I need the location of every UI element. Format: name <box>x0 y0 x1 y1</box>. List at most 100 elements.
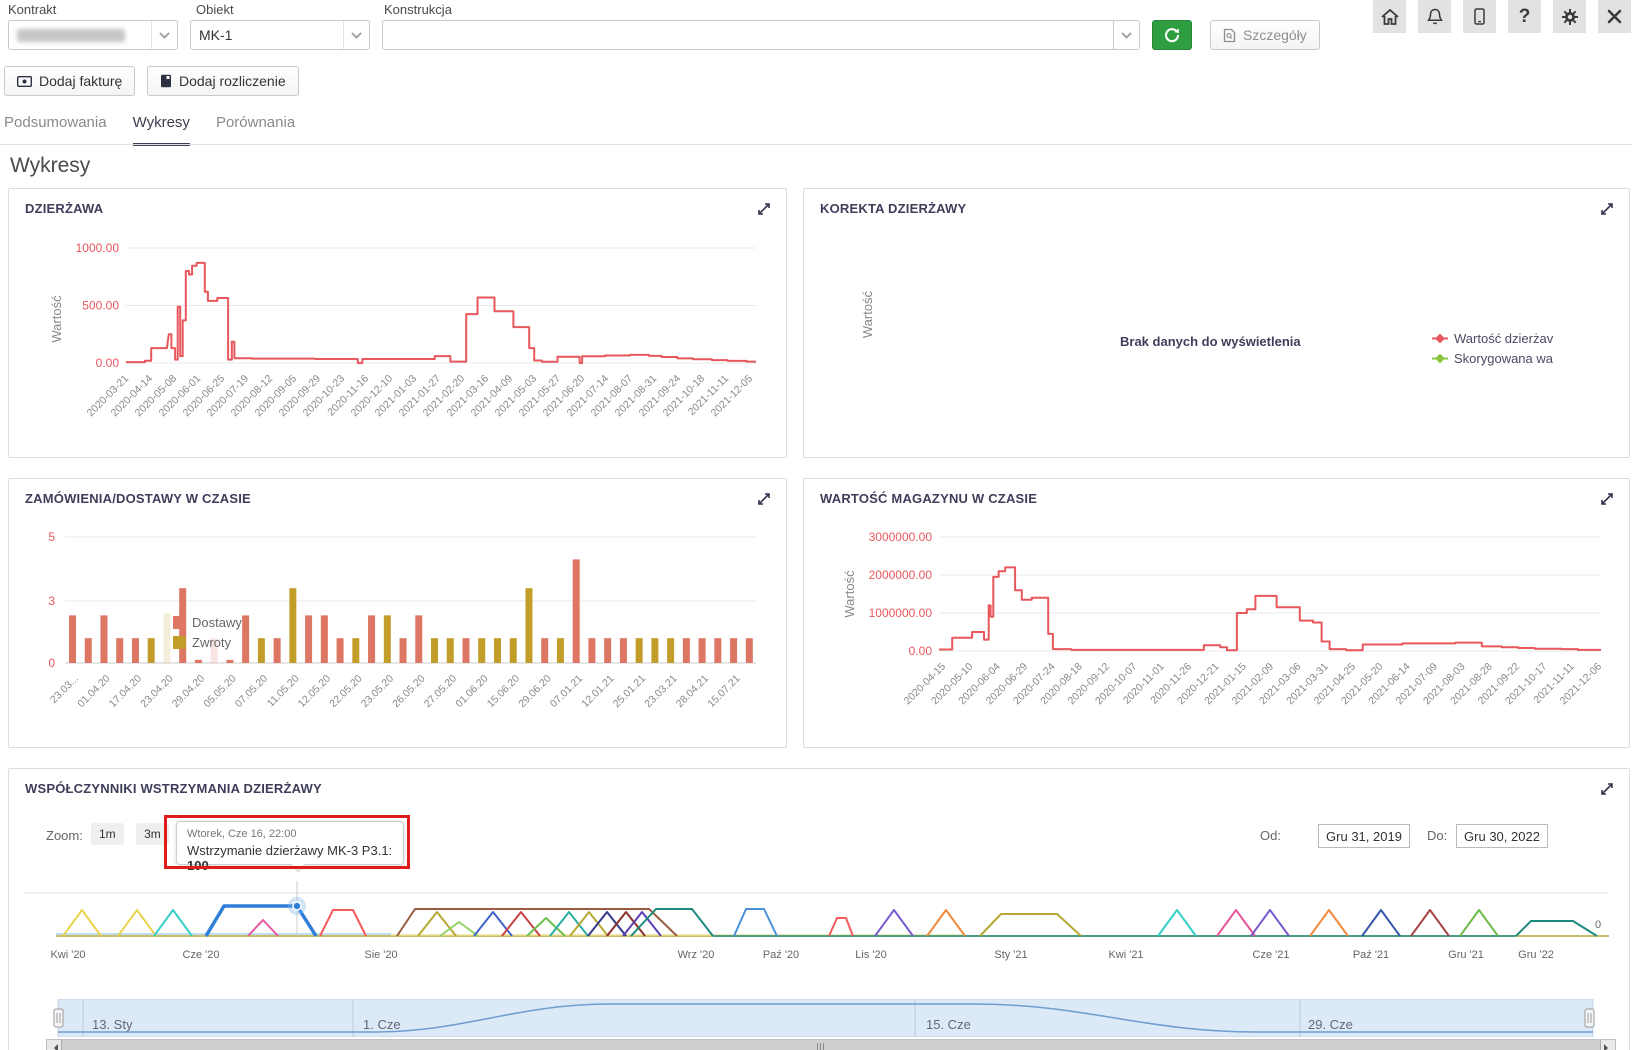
series-pulse <box>1217 910 1255 936</box>
scrollbar-thumb[interactable] <box>61 1040 1601 1050</box>
invoice-icon <box>17 76 32 87</box>
series-pulse <box>980 914 1081 936</box>
bar <box>463 638 470 663</box>
mobile-icon[interactable] <box>1463 0 1496 33</box>
x-axis-month-label: Kwi '20 <box>50 949 85 961</box>
tab-divider <box>0 144 1632 145</box>
bar <box>478 638 485 663</box>
y-axis-label: 0.00 <box>909 644 933 658</box>
details-button[interactable]: Szczegóły <box>1210 20 1320 50</box>
help-icon[interactable]: ? <box>1508 0 1541 33</box>
zoom-3m-button[interactable]: 3m <box>136 823 169 845</box>
settings-icon[interactable] <box>1553 0 1586 33</box>
dzierzawa-chart[interactable]: 1000.00500.000.00Wartość2020-03-212020-0… <box>9 189 786 455</box>
tab-porownania[interactable]: Porównania <box>216 114 295 146</box>
navigator-handle[interactable] <box>54 1009 63 1027</box>
navigator-date-label: 29. Cze <box>1308 1017 1353 1032</box>
series-pulse <box>1158 910 1196 936</box>
x-axis-label: 12.01.21 <box>579 673 616 710</box>
top-icon-bar: ? <box>1373 0 1631 33</box>
x-axis-month-label: Sie '20 <box>364 949 397 961</box>
scroll-right-icon[interactable] <box>1604 1044 1612 1050</box>
x-axis-label: 23.03.21 <box>642 673 679 710</box>
bar <box>683 638 690 663</box>
series-pulse <box>588 912 626 936</box>
home-icon[interactable] <box>1373 0 1406 33</box>
bar <box>274 638 281 663</box>
series-pulse <box>1362 910 1400 936</box>
bar <box>100 615 107 663</box>
bar <box>116 638 123 663</box>
series-pulse <box>154 910 192 936</box>
bar <box>604 638 611 663</box>
series-pulse <box>1310 910 1348 936</box>
legend-label: Skorygowana wa <box>1454 351 1553 366</box>
series-pulse <box>1516 921 1597 936</box>
bar <box>148 638 155 663</box>
od-label: Od: <box>1260 828 1281 843</box>
refresh-icon <box>1163 26 1181 44</box>
series-pulse <box>1251 910 1289 936</box>
y-axis-title: Wartość <box>842 570 857 618</box>
navigator-handle[interactable] <box>1585 1009 1594 1027</box>
legend-item[interactable]: Wartość dzierżav <box>1432 331 1553 346</box>
range-navigator[interactable] <box>25 999 1609 1037</box>
date-from-input[interactable] <box>1318 824 1410 848</box>
tab-podsumowania[interactable]: Podsumowania <box>4 114 107 146</box>
x-axis-label: 07.05.20 <box>233 673 270 710</box>
legend-label: Zwroty <box>192 635 231 650</box>
series-marker-icon <box>1432 334 1448 343</box>
series-pulse <box>320 910 366 936</box>
x-axis-month-label: Sty '21 <box>994 949 1027 961</box>
zoom-1m-button[interactable]: 1m <box>91 823 124 845</box>
kontrakt-select[interactable] <box>8 20 178 50</box>
series-swatch-icon <box>173 636 186 649</box>
x-axis-label: 17.04.20 <box>107 673 144 710</box>
handle-grip-icon <box>54 1009 63 1027</box>
scroll-left-icon[interactable] <box>50 1044 58 1050</box>
y-axis-zero-label: 0 <box>1595 919 1601 931</box>
date-to-input[interactable] <box>1456 824 1548 848</box>
x-axis-label: 01.04.20 <box>75 673 112 710</box>
add-settlement-button[interactable]: Dodaj rozliczenie <box>147 66 299 96</box>
bar <box>337 638 344 663</box>
magazyn-chart[interactable]: 3000000.002000000.001000000.000.00Wartoś… <box>804 479 1629 745</box>
bar <box>384 615 391 663</box>
expand-icon[interactable] <box>1599 201 1615 217</box>
bar <box>132 638 139 663</box>
panel-title: KOREKTA DZIERŻAWY <box>820 201 966 216</box>
bar <box>415 615 422 663</box>
y-axis-title: Wartość <box>860 291 875 338</box>
close-icon[interactable] <box>1598 0 1631 33</box>
expand-icon[interactable] <box>1599 781 1615 797</box>
refresh-button[interactable] <box>1152 20 1192 50</box>
add-invoice-button[interactable]: Dodaj fakturę <box>4 66 135 96</box>
x-axis-label: 28.04.21 <box>674 673 711 710</box>
add-settlement-label: Dodaj rozliczenie <box>179 73 286 89</box>
legend-item[interactable]: Skorygowana wa <box>1432 351 1553 366</box>
y-axis-label: 0 <box>48 656 55 670</box>
bell-icon[interactable] <box>1418 0 1451 33</box>
bar <box>447 638 454 663</box>
x-axis-label: 29.04.20 <box>170 673 207 710</box>
bar <box>636 638 643 663</box>
kontrakt-label: Kontrakt <box>8 2 56 17</box>
x-axis-label: 07.01.21 <box>548 673 585 710</box>
legend-item[interactable]: Dostawy <box>173 615 242 630</box>
bar <box>352 638 359 663</box>
zamowienia-chart[interactable]: 53023.03...01.04.2017.04.2023.04.2029.04… <box>9 479 786 745</box>
horizontal-scrollbar[interactable] <box>46 1039 1616 1050</box>
bar <box>431 638 438 663</box>
navigator-date-label: 13. Sty <box>92 1017 132 1032</box>
obiekt-select[interactable]: MK-1 <box>190 20 370 50</box>
tab-wykresy[interactable]: Wykresy <box>133 114 190 146</box>
holds-timeline-chart[interactable] <box>25 869 1609 945</box>
legend-item[interactable]: Zwroty <box>173 635 231 650</box>
x-axis-month-label: Gru '21 <box>1448 949 1484 961</box>
chevron-down-icon <box>1113 21 1139 49</box>
panel-title: WSPÓŁCZYNNIKI WSTRZYMANIA DZIERŻAWY <box>25 781 322 796</box>
konstrukcja-select[interactable] <box>382 20 1140 50</box>
series-pulse <box>550 912 588 936</box>
navigator-date-label: 1. Cze <box>363 1017 401 1032</box>
bar <box>85 638 92 663</box>
